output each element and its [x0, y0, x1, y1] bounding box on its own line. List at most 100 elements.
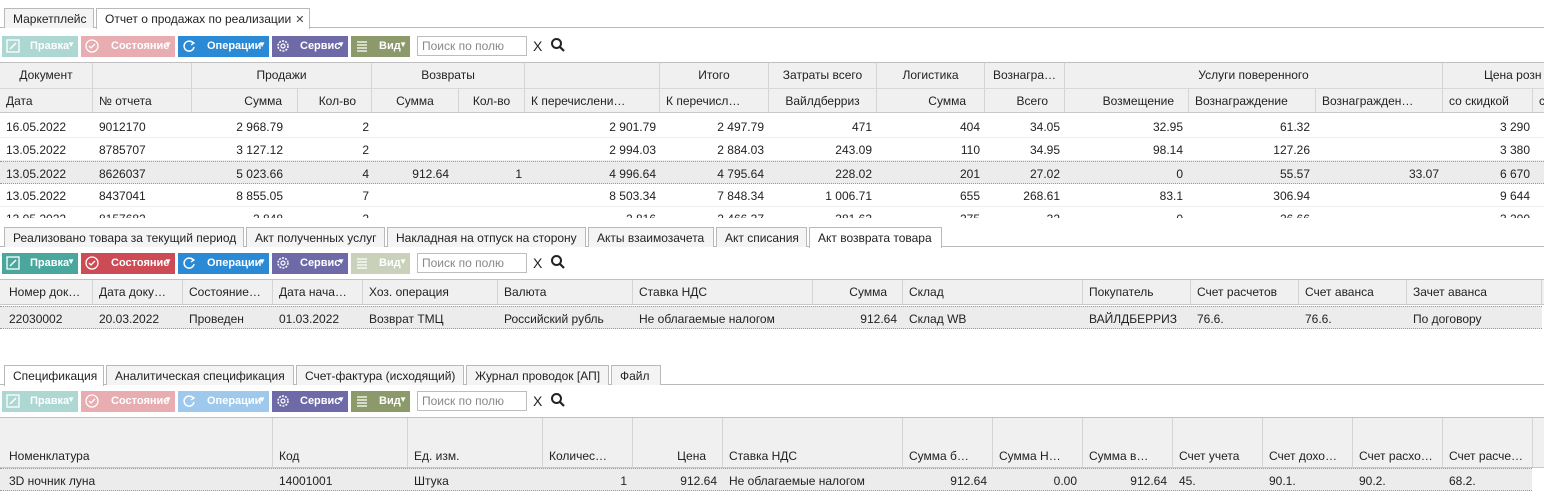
table-row[interactable]: 3D ночник луна 14001001 Штука 1 912.64 Не обл… [0, 468, 1532, 491]
column-header[interactable]: Дата нача… [273, 280, 363, 304]
column-header[interactable]: Счет расчетов [1191, 280, 1299, 304]
column-header[interactable]: Сумма Н… [993, 418, 1083, 467]
tab-label: Отчет о продажах по реализации [105, 12, 292, 26]
tab-file[interactable]: Файл [611, 365, 661, 385]
view-button[interactable]: Вид ▼ [351, 36, 410, 57]
table-cell: 2 901.79 [609, 120, 656, 134]
service-button[interactable]: Сервис ▼ [272, 36, 348, 57]
column-header[interactable]: К перечисл… [660, 89, 769, 112]
state-button[interactable]: Состояние ▼ [81, 253, 175, 274]
column-header[interactable]: Номер док… [3, 280, 93, 304]
table-cell: 13.05.2022 [6, 189, 67, 203]
table-row[interactable]: 22030002 20.03.2022 Проведен 01.03.2022 Возв… [0, 306, 1542, 329]
column-header[interactable]: Счет дохо… [1263, 418, 1353, 467]
column-header[interactable]: Кол-во [298, 89, 372, 112]
column-header[interactable]: Состояние… [183, 280, 273, 304]
service-button[interactable]: Сервис ▼ [272, 391, 348, 412]
column-header[interactable]: Количес… [543, 418, 633, 467]
column-header[interactable]: Ставка НДС [633, 280, 813, 304]
column-header[interactable]: Валюта [498, 280, 633, 304]
tab-postings-journal[interactable]: Журнал проводок [АП] [466, 365, 609, 385]
column-header[interactable]: К перечислени… [525, 89, 660, 112]
view-button[interactable]: Вид ▼ [351, 253, 410, 274]
edit-button[interactable]: Правка ▼ [2, 391, 78, 412]
column-header[interactable]: Номенклатура [3, 418, 273, 467]
tab-sold-goods[interactable]: Реализовано товара за текущий период [4, 227, 244, 247]
column-header[interactable]: Сумма [372, 89, 459, 112]
tab-analytic-spec[interactable]: Аналитическая спецификация [106, 365, 294, 385]
tab-marketplace[interactable]: Маркетплейс [4, 8, 94, 28]
search-icon[interactable] [550, 37, 566, 53]
table-row[interactable]: 13.05.2022 8437041 8 855.05 7 8 503.34 7 848.… [0, 184, 1544, 207]
edit-button[interactable]: Правка ▼ [2, 253, 78, 274]
column-header[interactable]: Код [273, 418, 408, 467]
column-header[interactable]: Сумма в… [1083, 418, 1173, 467]
service-label: Сервис [300, 40, 341, 52]
column-header[interactable]: Ед. изм. [408, 418, 543, 467]
column-header[interactable]: № отчета [93, 89, 192, 112]
column-header[interactable]: Всего [985, 89, 1065, 112]
refresh-icon [183, 40, 196, 52]
clear-search-button[interactable]: X [533, 393, 542, 409]
column-header[interactable]: Дата [0, 89, 93, 112]
search-icon[interactable] [550, 254, 566, 270]
operations-button[interactable]: Операции ▼ [178, 253, 269, 274]
state-button[interactable]: Состояние ▼ [81, 391, 175, 412]
search-input[interactable] [417, 253, 527, 273]
operations-button[interactable]: Операции ▼ [178, 391, 269, 412]
tab-sales-report[interactable]: Отчет о продажах по реализации ✕ [96, 8, 310, 29]
clear-search-button[interactable]: X [533, 255, 542, 271]
table-row[interactable]: 13.05.2022 8785707 3 127.12 2 2 994.03 2 884.… [0, 138, 1544, 161]
table-row[interactable]: 13.05.202281576822 8482 2 8162 466.37381.… [0, 207, 1544, 218]
tab-writeoff-act[interactable]: Акт списания [716, 227, 807, 247]
list-icon [357, 396, 367, 407]
return-grid: Номер док… Дата доку… Состояние… Дата на… [0, 279, 1544, 351]
column-header[interactable]: Счет аванса [1299, 280, 1407, 304]
column-header[interactable]: Покупатель [1083, 280, 1191, 304]
column-header[interactable]: Счет учета [1173, 418, 1263, 467]
service-button[interactable]: Сервис ▼ [272, 253, 348, 274]
column-header[interactable]: Кол-во [459, 89, 525, 112]
column-header[interactable]: Сумма [192, 89, 298, 112]
edit-button[interactable]: Правка ▼ [2, 36, 78, 57]
table-row[interactable]: 13.05.2022 8626037 5 023.66 4 912.64 1 4 996.6… [0, 161, 1544, 184]
state-label: Состояние [111, 257, 170, 269]
close-icon[interactable]: ✕ [295, 14, 304, 26]
column-header[interactable]: Вайлдберриз [769, 89, 877, 112]
tab-offset-acts[interactable]: Акты взаимозачета [588, 227, 714, 247]
tab-issue-invoice[interactable]: Накладная на отпуск на сторону [387, 227, 586, 247]
column-header[interactable]: Зачет аванса [1407, 280, 1542, 304]
search-icon[interactable] [550, 392, 566, 408]
tab-specification[interactable]: Спецификация [4, 365, 104, 386]
view-button[interactable]: Вид ▼ [351, 391, 410, 412]
column-header[interactable]: Возмещение [1065, 89, 1189, 112]
column-header[interactable]: с [1533, 89, 1544, 112]
table-cell [459, 207, 525, 218]
column-header[interactable]: Вознагражден… [1316, 89, 1443, 112]
column-header[interactable]: Склад [903, 280, 1083, 304]
column-header[interactable]: Счет расче… [1443, 418, 1533, 467]
tab-services-act[interactable]: Акт полученных услуг [246, 227, 385, 247]
tab-invoice-outgoing[interactable]: Счет-фактура (исходящий) [296, 365, 464, 385]
search-input[interactable] [417, 391, 527, 411]
tab-label: Журнал проводок [АП] [475, 369, 601, 383]
column-header[interactable]: Сумма [813, 280, 903, 304]
column-header[interactable]: Ставка НДС [723, 418, 903, 467]
state-button[interactable]: Состояние ▼ [81, 36, 175, 57]
column-header[interactable]: Цена [633, 418, 723, 467]
column-header[interactable]: Дата доку… [93, 280, 183, 304]
column-header[interactable]: Вознаграждение [1189, 89, 1316, 112]
column-header[interactable]: со скидкой [1443, 89, 1533, 112]
table-row[interactable]: 16.05.2022 9012170 2 968.79 2 2 901.79 2 497.… [0, 115, 1544, 138]
search-input[interactable] [417, 36, 527, 56]
operations-button[interactable]: Операции ▼ [178, 36, 269, 57]
tab-return-act[interactable]: Акт возврата товара [809, 227, 942, 248]
column-header[interactable]: Сумма б… [903, 418, 993, 467]
view-label: Вид [379, 257, 401, 269]
clear-search-button[interactable]: X [533, 38, 542, 54]
column-header[interactable]: Хоз. операция [363, 280, 498, 304]
column-header[interactable]: Сумма [877, 89, 985, 112]
column-header[interactable]: Счет расхо… [1353, 418, 1443, 467]
table-cell: 13.05.2022 [6, 167, 67, 181]
group-header: Цена розн [1443, 63, 1544, 88]
